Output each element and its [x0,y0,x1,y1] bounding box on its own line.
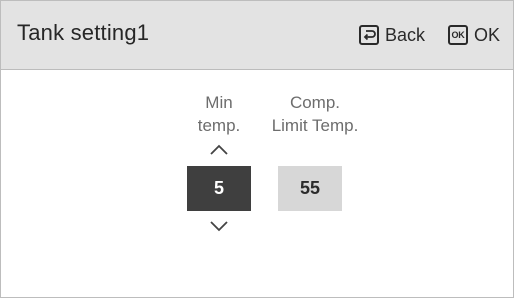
comp-limit-temp-label: Comp. Limit Temp. [255,91,375,137]
comp-limit-label-line2: Limit Temp. [271,116,359,135]
back-label: Back [385,24,426,45]
min-temp-label-line1: Min [205,93,233,112]
min-temp-label: Min temp. [187,91,251,137]
min-temp-value[interactable]: 5 [187,166,251,211]
increase-arrow-icon[interactable] [210,142,228,160]
ok-label: OK [474,24,501,45]
ok-icon-text: OK [451,30,465,40]
comp-limit-label-line1: Comp. [289,93,341,112]
back-return-icon [359,25,379,45]
min-temp-label-line2: temp. [197,116,241,135]
comp-limit-temp-value[interactable]: 55 [278,166,342,211]
decrease-arrow-icon[interactable] [210,219,228,237]
page-title: Tank setting1 [17,20,150,45]
back-button[interactable]: Back [359,24,425,46]
ok-box-icon: OK [448,25,468,45]
ok-button[interactable]: OK OK [448,24,500,46]
screen-frame: Tank setting1 Back OK OK Min temp. Comp.… [0,0,514,298]
header-bar: Tank setting1 Back OK OK [1,1,513,70]
